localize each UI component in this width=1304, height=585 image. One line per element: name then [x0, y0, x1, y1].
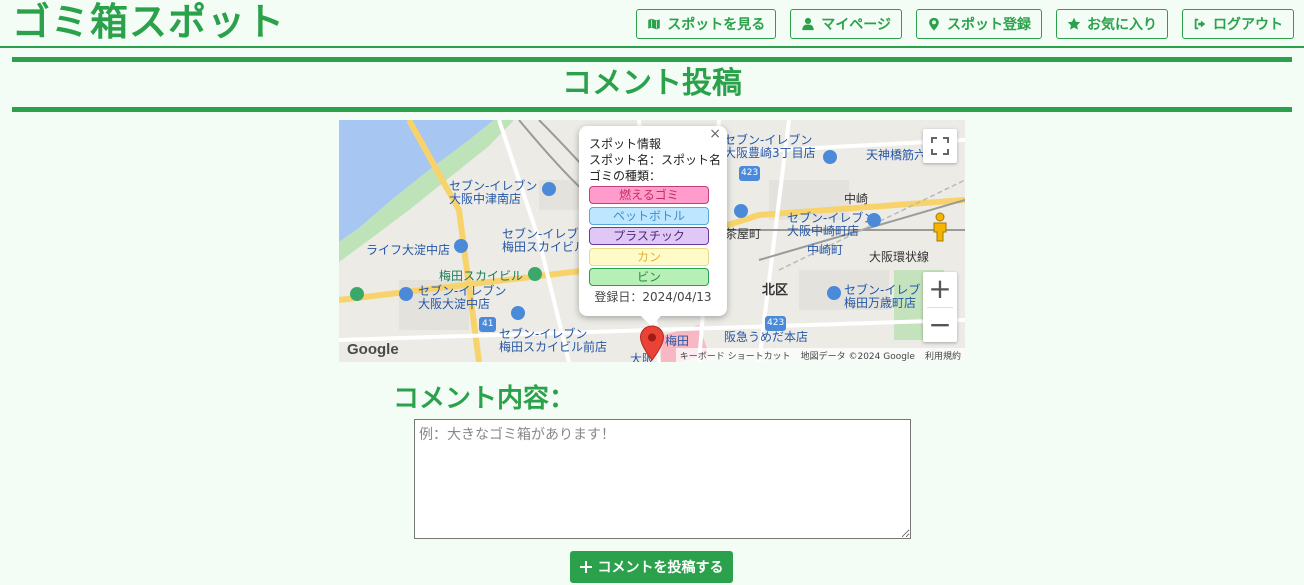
nav-view-spots-button[interactable]: スポットを見る [636, 9, 777, 39]
trash-type-bottle: ビン [589, 268, 709, 286]
nav-mypage-button[interactable]: マイページ [790, 9, 902, 39]
map-label-hankyu: 阪急うめだ本店 [724, 330, 809, 344]
trash-type-burnable: 燃えるゴミ [589, 186, 709, 204]
zoom-in-button[interactable]: + [923, 272, 957, 307]
map-label-text: 梅田スカイビル前店 [499, 340, 608, 354]
map-pin-icon [929, 17, 939, 31]
store-icon[interactable] [823, 150, 837, 164]
fullscreen-button[interactable] [923, 129, 957, 163]
zoom-out-button[interactable]: − [923, 307, 957, 342]
logout-icon [1194, 18, 1206, 30]
map-label-umeda-sky: 梅田スカイビル [439, 269, 524, 283]
map-label-tenjin: 天神橋筋六 [866, 148, 927, 162]
info-registered-date: 登録日：2024/04/13 [594, 289, 712, 304]
trash-type-plastic: プラスチック [589, 227, 709, 245]
store-icon[interactable] [734, 204, 748, 218]
spot-marker-icon[interactable] [639, 325, 665, 361]
map-label-text: 大阪大淀中店 [418, 297, 491, 311]
submit-comment-button[interactable]: コメントを投稿する [570, 551, 733, 583]
google-logo: Google [347, 341, 399, 358]
map-label-seven-oyodo: セブン-イレブン 大阪大淀中店 [418, 285, 506, 311]
site-brand[interactable]: ゴミ箱スポット [12, 0, 285, 44]
user-icon [802, 17, 814, 31]
map-label-text: 大阪中津南店 [449, 192, 522, 206]
map-label-kita-ku: 北区 [762, 283, 789, 298]
store-icon[interactable] [399, 287, 413, 301]
store-icon[interactable] [542, 182, 556, 196]
title-rule-bottom [12, 107, 1292, 112]
route-shield-41: 41 [479, 317, 497, 332]
map-label-text: 梅田万歳町店 [844, 296, 917, 310]
map-label-osaka-loop: 大阪環状線 [869, 250, 930, 264]
store-icon[interactable] [827, 286, 841, 300]
route-shield-423a: 423 [739, 166, 761, 181]
map-label-text: セブン-イレブン [724, 133, 813, 147]
trash-type-pet-bottle: ペットボトル [589, 206, 709, 225]
info-close-icon[interactable]: × [709, 126, 721, 142]
nav-favorites-button[interactable]: お気に入り [1056, 9, 1168, 39]
map-label-seven-nakatsu: セブン-イレブン 大阪中津南店 [449, 180, 537, 206]
map-label-text: 大阪中崎町店 [787, 224, 860, 238]
map-label-text: セブン-イレブ [844, 283, 921, 297]
map-label-seven-nakazakicho: セブン-イレブン 大阪中崎町店 [787, 212, 875, 238]
map-label-nakazaki: 中崎 [844, 192, 869, 206]
landmark-icon[interactable] [528, 267, 542, 281]
fullscreen-icon [931, 137, 949, 155]
info-spot-name: スポット名：スポット名 [589, 153, 722, 167]
park-icon[interactable] [350, 287, 364, 301]
map-label-seven-skybldg-front: セブン-イレブン 梅田スカイビル前店 [499, 328, 607, 354]
store-icon[interactable] [867, 213, 881, 227]
map-label-text: セブン-イレブン [418, 284, 507, 298]
nav-favorites-label: お気に入り [1087, 17, 1157, 33]
nav-mypage-label: マイページ [821, 17, 891, 33]
map-attribution: キーボード ショートカット 地図データ ©2024 Google 利用規約 [675, 348, 965, 362]
map-label-text: セブン-イレブ [502, 227, 579, 241]
main-nav: スポットを見る マイページ スポット登録 お気に入り ログアウト [636, 9, 1294, 39]
info-heading: スポット情報 [589, 137, 662, 151]
map-label-chayamachi: 茶屋町 [725, 227, 762, 241]
street-view-pegman[interactable] [923, 210, 957, 244]
page-title: コメント投稿 [562, 66, 742, 101]
nav-logout-button[interactable]: ログアウト [1182, 9, 1294, 39]
title-rule-top [12, 57, 1292, 62]
map-data-text: 地図データ ©2024 Google [800, 351, 915, 362]
nav-register-spot-button[interactable]: スポット登録 [916, 9, 1042, 39]
zoom-control: + − [923, 272, 957, 342]
shopping-icon[interactable] [454, 239, 468, 253]
map-label-text: セブン-イレブン [787, 211, 876, 225]
info-types-label: ゴミの種類： [589, 169, 662, 183]
comment-textarea[interactable] [414, 419, 911, 539]
store-icon[interactable] [511, 306, 525, 320]
nav-register-spot-label: スポット登録 [947, 17, 1031, 33]
trash-type-can: カン [589, 247, 709, 266]
nav-logout-label: ログアウト [1213, 17, 1283, 33]
map-label-text: セブン-イレブン [449, 179, 538, 193]
pegman-icon [933, 212, 947, 242]
google-logo-text: Google [347, 341, 399, 358]
map-label-text: セブン-イレブン [499, 327, 588, 341]
map-label-text: 大阪豊崎3丁目店 [724, 146, 816, 160]
route-shield-423b: 423 [765, 316, 787, 331]
terms-link[interactable]: 利用規約 [925, 349, 961, 362]
spot-info-window: × スポット情報 スポット名：スポット名 ゴミの種類： 燃えるゴミ ペットボトル… [579, 126, 727, 326]
comment-label: コメント内容： [393, 384, 576, 414]
map-label-life: ライフ大淀中店 [366, 243, 451, 257]
keyboard-shortcuts-link[interactable]: キーボード ショートカット [680, 349, 791, 362]
nav-view-spots-label: スポットを見る [667, 17, 766, 33]
map-icon [647, 17, 661, 31]
star-icon [1067, 17, 1081, 30]
site-header: ゴミ箱スポット スポットを見る マイページ スポット登録 お気に入り ログアウト [0, 0, 1304, 48]
plus-icon [579, 561, 592, 573]
map-label-nakazakicho: 中崎町 [807, 243, 844, 257]
map-label-seven-toyosaki: セブン-イレブン 大阪豊崎3丁目店 [724, 134, 816, 160]
map-label-umeda: 梅田 [665, 334, 690, 348]
submit-comment-label: コメントを投稿する [597, 560, 724, 576]
map-label-seven-mansai: セブン-イレブ 梅田万歳町店 [844, 284, 920, 310]
